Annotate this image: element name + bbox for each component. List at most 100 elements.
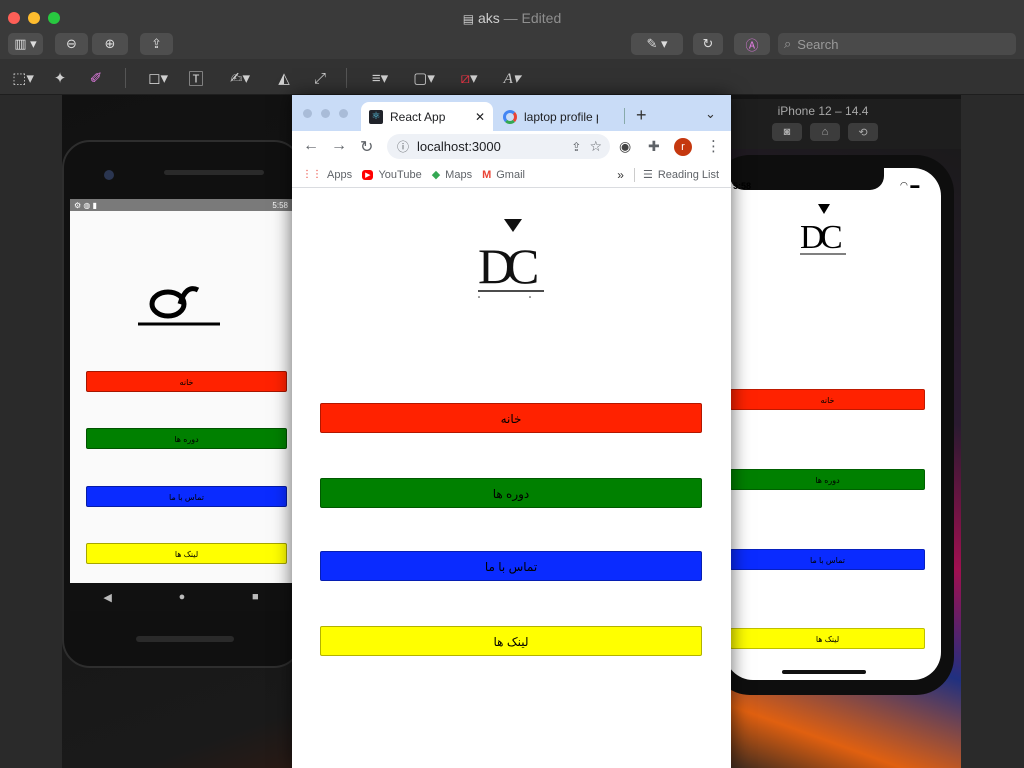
courses-button[interactable]: دوره ها	[730, 469, 925, 490]
reading-list-icon: ☰	[642, 169, 653, 181]
back-icon[interactable]: ◀	[103, 591, 111, 604]
android-navigation-bar: ◀ ● ■	[70, 583, 292, 611]
border-color-tool[interactable]: ▢▾	[408, 66, 440, 90]
rotate-button[interactable]: ↻	[693, 33, 723, 55]
forward-icon[interactable]: →	[331, 137, 347, 155]
back-icon[interactable]: ←	[303, 137, 319, 155]
info-icon: ⓘ	[397, 140, 410, 154]
instant-alpha-tool[interactable]: ✦	[48, 66, 72, 90]
more-bookmarks-icon[interactable]: »	[617, 168, 624, 182]
bookmark-youtube[interactable]: ▶ YouTube	[362, 169, 422, 181]
courses-button[interactable]: دوره ها	[86, 428, 287, 449]
bookmark-label: YouTube	[378, 168, 422, 181]
bookmark-maps[interactable]: ◆ Maps	[432, 168, 473, 182]
rect-select-icon: ⬚▾	[12, 70, 34, 87]
line-style-icon: ≡▾	[371, 70, 389, 87]
shapes-tool[interactable]: ◻▾	[142, 66, 174, 90]
tab-react-app[interactable]: ⚛ React App ✕	[361, 102, 493, 131]
document-title: ▤ aks — Edited	[0, 10, 1024, 26]
highlight-button[interactable]: ✎ ▾	[631, 33, 683, 55]
search-field[interactable]: ⌕ Search	[778, 33, 1016, 55]
search-placeholder: Search	[797, 36, 839, 52]
menu-icon[interactable]: ⋮	[706, 137, 721, 155]
extensions-puzzle-icon[interactable]: ✚	[648, 138, 660, 155]
links-button[interactable]: لینک ها	[730, 628, 925, 649]
share-button[interactable]: ⇪	[140, 33, 173, 55]
google-icon	[503, 109, 517, 124]
sidebar-icon: ▥ ▾	[14, 36, 37, 51]
home-icon[interactable]: ●	[179, 591, 186, 603]
sidebar-toggle-button[interactable]: ▥ ▾	[8, 33, 43, 55]
new-tab-icon[interactable]: +	[636, 105, 647, 126]
zoom-window-button[interactable]	[339, 109, 348, 118]
border-color-icon: ▢▾	[413, 70, 435, 87]
dc-logo-icon: D C	[800, 204, 846, 256]
links-button[interactable]: لینک ها	[320, 626, 702, 656]
markup-button[interactable]: Ⓐ	[734, 33, 770, 55]
zoom-out-icon: ⊖	[66, 36, 77, 51]
document-status: — Edited	[503, 10, 562, 26]
text-style-tool[interactable]: A▾	[496, 66, 528, 90]
minimize-window-button[interactable]	[321, 109, 330, 118]
react-icon: ⚛	[369, 109, 383, 124]
extension-icon[interactable]: ◉	[619, 138, 631, 155]
fill-color-tool[interactable]: ⧄ ▾	[452, 66, 486, 90]
tab-search-icon[interactable]: ⌄	[705, 106, 716, 122]
adjust-size-tool[interactable]: ⤢	[308, 66, 332, 90]
youtube-icon: ▶	[362, 169, 374, 180]
status-time: 5:58	[272, 200, 288, 210]
dc-logo-icon: D C	[478, 219, 544, 298]
home-indicator[interactable]	[782, 670, 866, 674]
sketch-tool[interactable]: ✐	[84, 66, 108, 90]
screenshot-button[interactable]: ◙	[772, 123, 802, 141]
home-button[interactable]: خانه	[730, 389, 925, 410]
adjust-color-tool[interactable]: ◭	[272, 66, 296, 90]
camera-icon	[104, 170, 114, 180]
courses-button[interactable]: دوره ها	[320, 478, 702, 508]
contact-button[interactable]: تماس با ما	[86, 486, 287, 507]
reload-icon[interactable]: ↻	[360, 137, 373, 157]
tab-divider	[624, 108, 625, 124]
profile-avatar[interactable]: r	[674, 138, 692, 156]
selection-tool[interactable]: ⬚▾	[8, 66, 38, 90]
rotate-icon: ⟲	[858, 126, 868, 139]
recents-icon[interactable]: ■	[252, 591, 259, 603]
magic-wand-icon: ✦	[53, 70, 67, 87]
share-icon[interactable]: ⇪	[571, 140, 581, 154]
bookmark-label: Maps	[445, 168, 473, 181]
home-button[interactable]: خانه	[320, 403, 702, 433]
zoom-in-button[interactable]: ⊕	[92, 33, 128, 55]
tab-close-icon[interactable]: ✕	[475, 110, 485, 124]
markup-icon: Ⓐ	[745, 37, 759, 53]
shapes-icon: ◻▾	[148, 70, 168, 87]
home-button[interactable]: خانه	[86, 371, 287, 392]
rotate-icon: ↻	[702, 36, 714, 51]
zoom-out-button[interactable]: ⊖	[55, 33, 88, 55]
iphone-notch	[730, 168, 884, 190]
close-window-button[interactable]	[303, 109, 312, 118]
bookmark-gmail[interactable]: M Gmail	[482, 169, 525, 181]
fill-color-icon: ⧄	[460, 69, 470, 87]
text-tool[interactable]: 🅃	[184, 66, 208, 90]
rotate-button[interactable]: ⟲	[848, 123, 878, 141]
reading-list-button[interactable]: ☰ Reading List	[642, 168, 719, 182]
tab-label: React App	[390, 109, 446, 124]
apps-grid-icon: ⋮⋮	[302, 169, 322, 180]
bookmark-label: Gmail	[496, 168, 525, 181]
links-button[interactable]: لینک ها	[86, 543, 287, 564]
contact-button[interactable]: تماس با ما	[320, 551, 702, 581]
bookmark-star-icon[interactable]: ☆	[589, 138, 602, 155]
url-bar[interactable]: ⓘ localhost:3000 ⇪ ☆	[387, 134, 610, 159]
divider	[346, 68, 347, 88]
bookmark-apps[interactable]: ⋮⋮ Apps	[302, 169, 352, 181]
tab-laptop-profile[interactable]: laptop profile p	[495, 102, 623, 131]
home-button[interactable]: ⌂	[810, 123, 840, 141]
shape-style-tool[interactable]: ≡▾	[364, 66, 396, 90]
contact-button[interactable]: تماس با ما	[730, 549, 925, 570]
bookmark-label: Apps	[327, 168, 353, 181]
url-text: localhost:3000	[417, 139, 501, 154]
adjust-color-icon: ◭	[278, 70, 290, 87]
zoom-in-icon: ⊕	[104, 36, 116, 51]
ios-status-time: 5:58	[733, 181, 752, 191]
sign-tool[interactable]: ✍▾	[222, 66, 258, 90]
